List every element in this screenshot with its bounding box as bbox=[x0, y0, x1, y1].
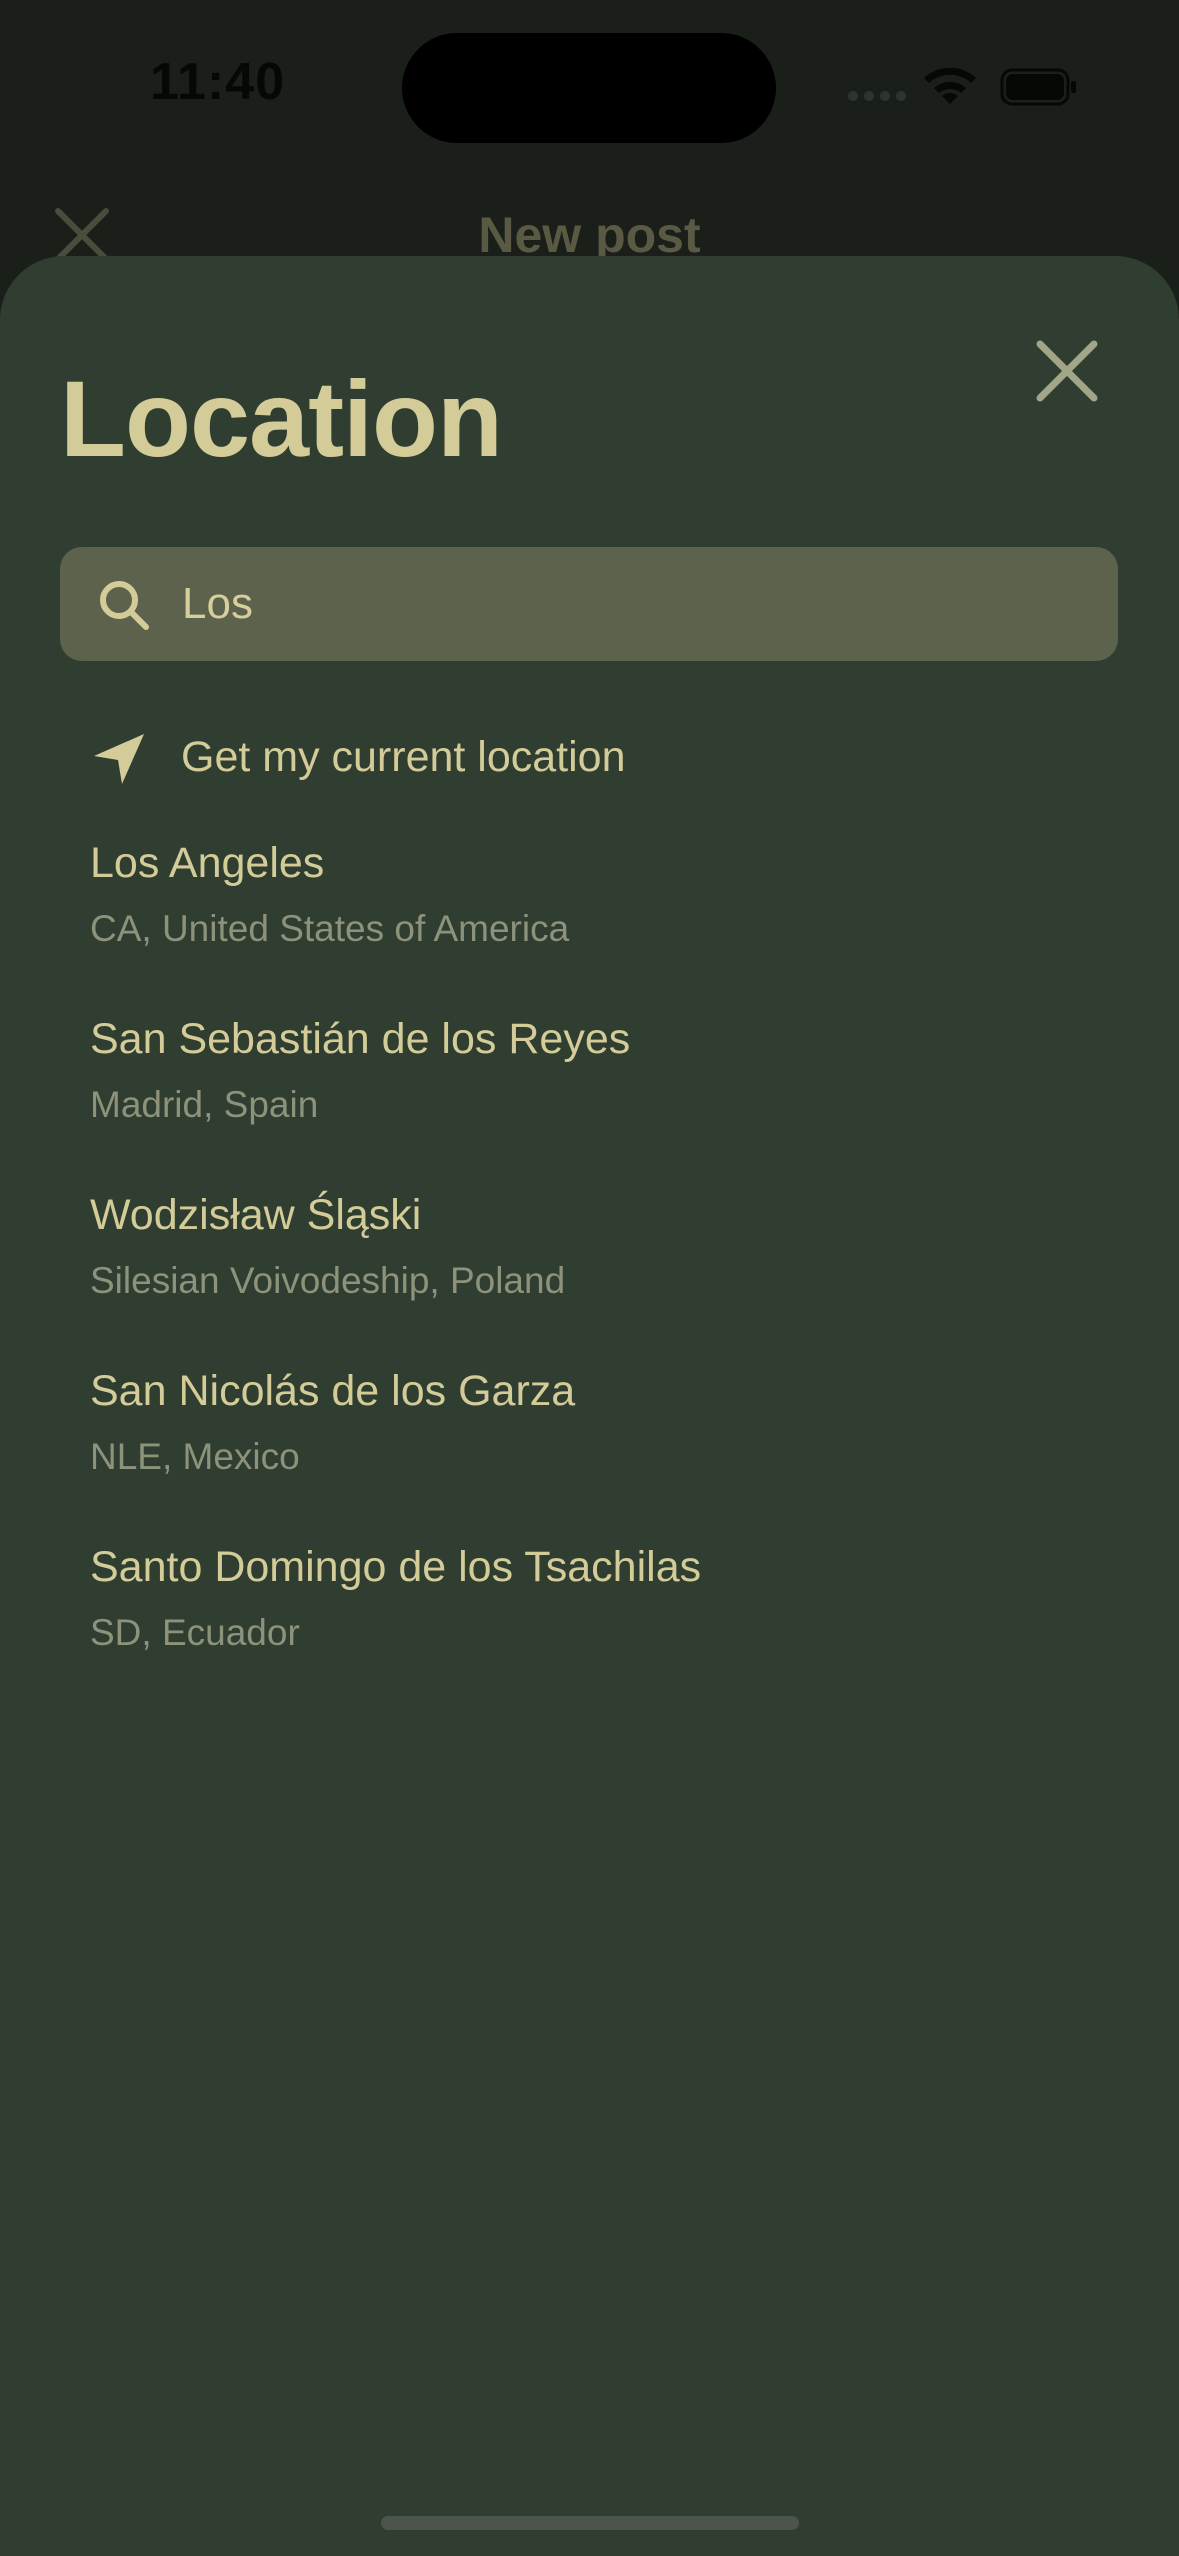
current-location-label: Get my current location bbox=[181, 733, 626, 781]
current-location-button[interactable]: Get my current location bbox=[90, 722, 1090, 802]
location-name: Santo Domingo de los Tsachilas bbox=[90, 1543, 702, 1591]
location-name: San Sebastián de los Reyes bbox=[90, 1015, 631, 1063]
location-name: Los Angeles bbox=[90, 839, 325, 887]
location-name: San Nicolás de los Garza bbox=[90, 1367, 576, 1415]
search-icon bbox=[100, 581, 149, 630]
wifi-icon bbox=[924, 67, 976, 104]
search-bar[interactable] bbox=[60, 547, 1118, 661]
sheet-title: Location bbox=[60, 358, 503, 479]
location-result[interactable]: Wodzisław Śląski Silesian Voivodeship, P… bbox=[90, 1186, 1090, 1362]
location-arrow-icon bbox=[94, 734, 144, 784]
location-name: Wodzisław Śląski bbox=[90, 1191, 422, 1239]
location-results-list: Los Angeles CA, United States of America… bbox=[90, 834, 1090, 1714]
location-region: SD, Ecuador bbox=[90, 1612, 300, 1653]
location-region: Silesian Voivodeship, Poland bbox=[90, 1260, 566, 1301]
cellular-signal-icon bbox=[848, 88, 912, 106]
status-bar: 11:40 bbox=[0, 0, 1179, 170]
location-region: NLE, Mexico bbox=[90, 1436, 300, 1477]
dynamic-island bbox=[402, 33, 776, 143]
location-result[interactable]: San Nicolás de los Garza NLE, Mexico bbox=[90, 1362, 1090, 1538]
home-indicator[interactable] bbox=[381, 2516, 799, 2530]
location-result[interactable]: Santo Domingo de los Tsachilas SD, Ecuad… bbox=[90, 1538, 1090, 1714]
location-sheet: Location Get my current location Los Ang… bbox=[0, 256, 1179, 2556]
status-time: 11:40 bbox=[150, 53, 286, 111]
search-input[interactable] bbox=[182, 547, 1082, 661]
battery-icon bbox=[1000, 68, 1076, 106]
location-region: CA, United States of America bbox=[90, 908, 570, 949]
close-icon[interactable] bbox=[1032, 336, 1102, 406]
location-result[interactable]: San Sebastián de los Reyes Madrid, Spain bbox=[90, 1010, 1090, 1186]
location-result[interactable]: Los Angeles CA, United States of America bbox=[90, 834, 1090, 1010]
location-region: Madrid, Spain bbox=[90, 1084, 319, 1125]
